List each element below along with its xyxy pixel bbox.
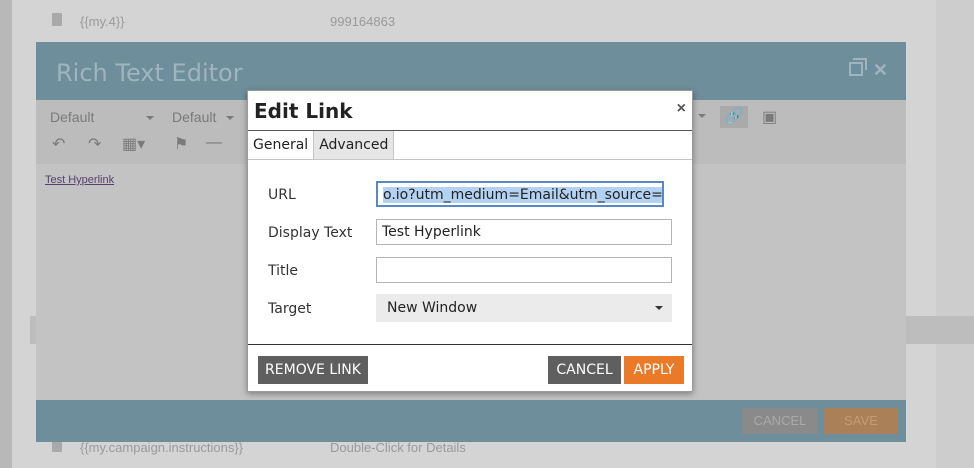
window-controls: ✕ bbox=[848, 58, 888, 81]
chevron-down-icon bbox=[146, 116, 154, 120]
target-row: Target New Window bbox=[268, 294, 678, 322]
target-select[interactable]: New Window bbox=[376, 294, 672, 322]
row-token: {{my.campaign.instructions}} bbox=[80, 440, 244, 455]
target-label: Target bbox=[268, 301, 312, 317]
rte-footer: CANCEL SAVE bbox=[36, 400, 906, 442]
chevron-down-icon bbox=[226, 116, 234, 120]
background-row: {{my.4}} 999164863 bbox=[30, 0, 940, 40]
row-token: {{my.4}} bbox=[80, 14, 125, 29]
edit-link-dialog: Edit Link × General Advanced URL o.io?ut… bbox=[247, 90, 693, 392]
url-input[interactable]: o.io?utm_medium=Email&utm_source=Jeto bbox=[376, 181, 664, 207]
link-icon[interactable]: 🔗 bbox=[720, 106, 748, 128]
dialog-header: Edit Link × bbox=[248, 91, 692, 131]
title-row: Title bbox=[268, 257, 678, 285]
url-label: URL bbox=[268, 187, 296, 203]
display-text-input[interactable]: Test Hyperlink bbox=[376, 219, 672, 245]
url-row: URL o.io?utm_medium=Email&utm_source=Jet… bbox=[268, 181, 678, 209]
table-icon[interactable]: ▦▾ bbox=[122, 134, 145, 154]
remove-link-button[interactable]: REMOVE LINK bbox=[258, 356, 368, 384]
undo-icon[interactable]: ↶ bbox=[52, 134, 65, 154]
rte-title: Rich Text Editor bbox=[56, 59, 243, 87]
calculator-icon bbox=[52, 13, 62, 26]
rte-save-button[interactable]: SAVE bbox=[824, 408, 898, 434]
chevron-down-icon bbox=[698, 114, 706, 118]
dialog-title: Edit Link bbox=[254, 99, 353, 123]
content-hyperlink[interactable]: Test Hyperlink bbox=[45, 174, 114, 186]
close-window-icon[interactable]: ✕ bbox=[873, 60, 888, 81]
dialog-tabs: General Advanced bbox=[248, 131, 395, 161]
row-value: Double-Click for Details bbox=[330, 440, 466, 455]
background-right-strip bbox=[936, 0, 974, 468]
display-text-row: Display Text Test Hyperlink bbox=[268, 219, 678, 247]
close-icon[interactable]: × bbox=[677, 100, 686, 118]
background-left-strip bbox=[0, 0, 12, 468]
font-select[interactable]: Default bbox=[50, 109, 94, 125]
restore-window-icon[interactable] bbox=[848, 58, 867, 76]
horizontal-rule-icon[interactable]: — bbox=[206, 134, 222, 152]
tab-advanced[interactable]: Advanced bbox=[314, 131, 395, 160]
url-selected-text: o.io?utm_medium=Email&utm_source=Jeto bbox=[383, 187, 662, 203]
target-selected-value: New Window bbox=[387, 300, 478, 316]
row-value: 999164863 bbox=[330, 14, 396, 29]
footer-divider bbox=[248, 344, 692, 345]
bookmark-icon[interactable]: ⚑ bbox=[174, 134, 188, 154]
display-text-label: Display Text bbox=[268, 225, 353, 241]
title-input[interactable] bbox=[376, 257, 672, 283]
chevron-down-icon bbox=[655, 306, 663, 310]
tabs-divider bbox=[248, 159, 692, 160]
title-label: Title bbox=[268, 263, 299, 279]
tab-general[interactable]: General bbox=[248, 131, 315, 160]
apply-button[interactable]: APPLY bbox=[624, 356, 684, 384]
cancel-button[interactable]: CANCEL bbox=[548, 356, 621, 384]
image-icon[interactable]: ▣ bbox=[762, 107, 777, 127]
redo-icon[interactable]: ↷ bbox=[88, 134, 101, 154]
size-select[interactable]: Default bbox=[172, 109, 216, 125]
rte-cancel-button[interactable]: CANCEL bbox=[742, 408, 818, 434]
